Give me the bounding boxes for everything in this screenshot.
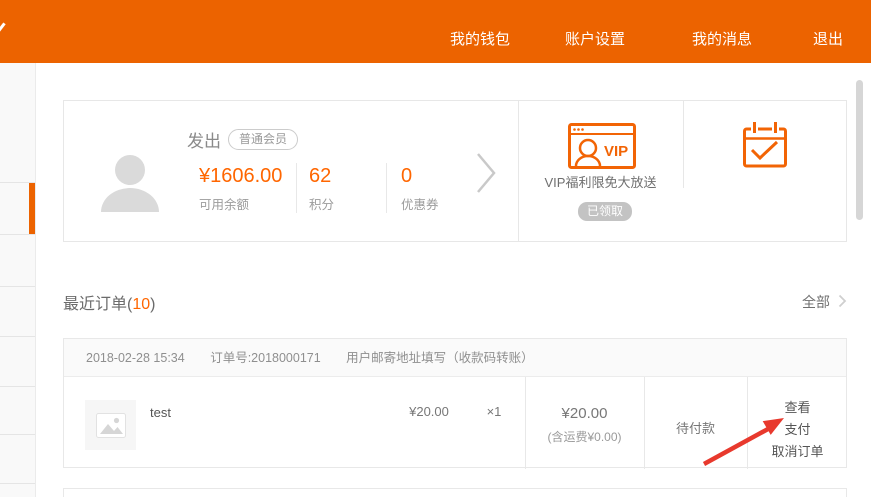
- sidebar-item[interactable]: [0, 387, 35, 435]
- coupons-stat[interactable]: 0 优惠券: [401, 165, 439, 213]
- username: 发出: [187, 127, 221, 152]
- order-status: 待付款: [644, 418, 747, 437]
- nav-my-wallet[interactable]: 我的钱包: [450, 28, 510, 49]
- sidebar-item[interactable]: [0, 63, 35, 183]
- claimed-badge: 已领取: [578, 202, 632, 221]
- nav-my-messages[interactable]: 我的消息: [692, 28, 752, 49]
- sidebar-item[interactable]: [0, 235, 35, 287]
- view-order-link[interactable]: 查看: [747, 397, 848, 416]
- scrollbar-thumb[interactable]: [856, 80, 863, 220]
- order-row: [63, 488, 847, 497]
- balance-value: ¥1606.00: [199, 165, 289, 188]
- order-number: 订单号:2018000171: [210, 351, 321, 365]
- page: 我的钱包 账户设置 我的消息 退出 发出 普通会员 ¥1606.00 可用余额: [0, 0, 871, 497]
- avatar: [98, 148, 162, 219]
- cancel-order-link[interactable]: 取消订单: [747, 441, 848, 460]
- recent-orders-header: 最近订单(10) 全部: [63, 290, 847, 312]
- pay-order-link[interactable]: 支付: [747, 419, 848, 438]
- quantity: ×1: [479, 404, 509, 419]
- view-all-link[interactable]: 全部: [802, 292, 830, 312]
- section-title-suffix: ): [150, 296, 155, 313]
- calendar-check-icon[interactable]: [741, 120, 789, 175]
- balance-stat[interactable]: ¥1606.00 可用余额: [199, 165, 289, 213]
- sidebar-item-active[interactable]: [0, 183, 35, 235]
- product-name[interactable]: test: [150, 405, 171, 420]
- vip-promo-icon[interactable]: VIP: [568, 123, 636, 174]
- points-stat[interactable]: 62 积分: [309, 165, 334, 213]
- sidebar: [0, 63, 36, 497]
- sidebar-item[interactable]: [0, 435, 35, 484]
- logo-mark-icon: [0, 22, 6, 34]
- chevron-right-small-icon[interactable]: [838, 294, 847, 313]
- member-level-badge: 普通会员: [228, 129, 298, 150]
- nav-logout[interactable]: 退出: [813, 28, 843, 49]
- order-datetime: 2018-02-28 15:34: [86, 351, 185, 365]
- order-total: ¥20.00: [525, 405, 644, 422]
- image-placeholder-icon: [96, 413, 126, 438]
- unit-price: ¥20.00: [394, 404, 464, 419]
- user-summary-card: 发出 普通会员 ¥1606.00 可用余额 62 积分 0 优惠券: [63, 100, 847, 242]
- top-header: 我的钱包 账户设置 我的消息 退出: [0, 0, 871, 63]
- section-title: 最近订单(10): [63, 290, 155, 314]
- balance-label: 可用余额: [199, 194, 289, 213]
- points-label: 积分: [309, 194, 334, 213]
- order-total-cell: ¥20.00 (含运费¥0.00): [525, 339, 644, 469]
- order-address-note: 用户邮寄地址填写（收款码转账）: [346, 351, 534, 365]
- sidebar-item[interactable]: [0, 287, 35, 337]
- shipping-note: (含运费¥0.00): [525, 428, 644, 445]
- active-indicator: [29, 183, 35, 234]
- nav-account-settings[interactable]: 账户设置: [565, 28, 625, 49]
- product-thumbnail[interactable]: [85, 400, 136, 450]
- chevron-right-icon[interactable]: [475, 151, 499, 200]
- vip-promo-title[interactable]: VIP福利限免大放送: [518, 172, 683, 191]
- divider: [683, 101, 684, 188]
- divider: [296, 163, 297, 213]
- order-row: 2018-02-28 15:34 订单号:2018000171 用户邮寄地址填写…: [63, 338, 847, 468]
- points-value: 62: [309, 165, 334, 188]
- order-meta-row: 2018-02-28 15:34 订单号:2018000171 用户邮寄地址填写…: [64, 339, 846, 377]
- coupons-label: 优惠券: [401, 194, 439, 213]
- coupons-value: 0: [401, 165, 439, 188]
- sidebar-item[interactable]: [0, 337, 35, 387]
- vip-icon-text: VIP: [604, 143, 628, 160]
- order-count: 10: [132, 296, 150, 313]
- divider: [518, 101, 519, 241]
- section-title-prefix: 最近订单(: [63, 296, 132, 313]
- divider: [386, 163, 387, 213]
- sidebar-item[interactable]: [0, 484, 35, 497]
